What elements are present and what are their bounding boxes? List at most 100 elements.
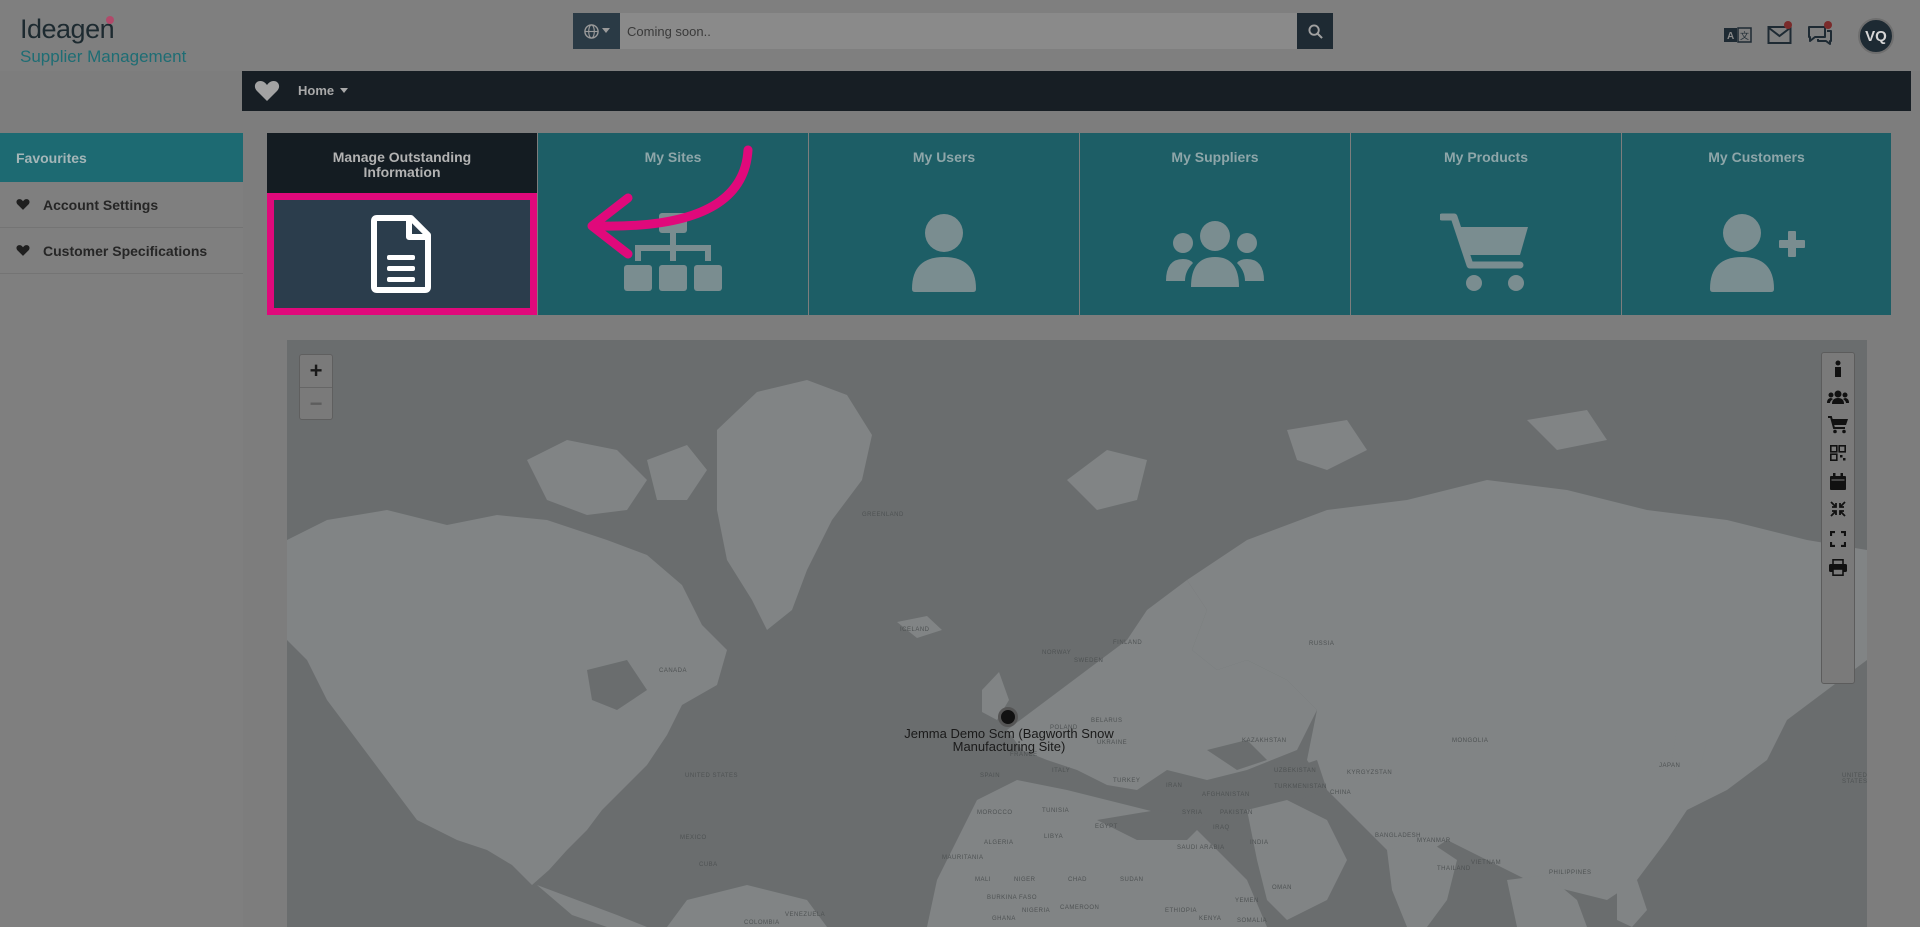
search-button[interactable] [1297, 13, 1333, 49]
notification-dot [1824, 21, 1832, 29]
user-icon [809, 213, 1079, 293]
svg-text:文: 文 [1740, 30, 1749, 41]
users-group-icon [1827, 390, 1849, 404]
document-icon [267, 215, 537, 293]
tile-manage-outstanding-information[interactable]: Manage Outstanding Information [267, 133, 537, 315]
sidebar-item-account-settings[interactable]: Account Settings [0, 182, 243, 228]
tile-label: My Users [912, 149, 976, 165]
info-button[interactable] [1822, 355, 1854, 383]
site-marker[interactable] [998, 707, 1018, 727]
map-label: MOROCCO [977, 810, 1013, 816]
map-label: BURKINA FASO [987, 895, 1038, 901]
site-marker-label: Jemma Demo Scm (Bagworth Snow Manufactur… [904, 726, 1114, 754]
tile-my-customers[interactable]: My Customers [1622, 133, 1891, 315]
qr-code-button[interactable] [1822, 439, 1854, 467]
zoom-out-button[interactable]: − [300, 387, 332, 419]
logo-mark [106, 16, 114, 24]
calendar-icon [1830, 472, 1846, 490]
translate-button[interactable]: A文 [1722, 20, 1754, 50]
map-label: ETHIOPIA [1165, 908, 1198, 914]
map-label: UNITED STATES [685, 773, 738, 779]
zoom-in-button[interactable]: + [300, 355, 332, 387]
map-label: TURKMENISTAN [1274, 784, 1327, 790]
map-base-layer [287, 380, 1867, 927]
world-map[interactable]: GREENLAND CANADA UNITED STATES MEXICO RU… [287, 340, 1867, 927]
map-label: OMAN [1272, 885, 1292, 891]
fit-extent-button[interactable] [1822, 495, 1854, 523]
map-label: MAURITANIA [942, 855, 984, 861]
search-icon [1307, 23, 1323, 39]
tile-label: Manage Outstanding Information [332, 149, 472, 180]
annotation-arrow-icon [587, 145, 753, 259]
logo-subtitle: Supplier Management [20, 47, 187, 66]
map-label: UZBEKISTAN [1274, 768, 1317, 774]
map-label: CANADA [659, 668, 688, 674]
print-button[interactable] [1822, 553, 1854, 581]
map-label: MEXICO [680, 835, 707, 841]
map-label: CHAD [1068, 877, 1088, 883]
tile-my-suppliers[interactable]: My Suppliers [1080, 133, 1350, 315]
info-icon [1835, 360, 1841, 377]
tile-my-products[interactable]: My Products [1351, 133, 1621, 315]
heart-icon [16, 245, 30, 256]
map-zoom-control: + − [299, 354, 333, 420]
map-label: MYANMAR [1417, 838, 1451, 844]
home-menu[interactable]: Home [298, 83, 349, 98]
main-nav-bar: Home [0, 71, 1911, 111]
map-label: MALI [975, 877, 992, 883]
map-label: TUNISIA [1042, 808, 1070, 814]
map-label: SAUDI ARABIA [1177, 845, 1225, 851]
print-icon [1829, 558, 1847, 576]
map-label: ITALY [1052, 768, 1071, 774]
compress-arrows-icon [1830, 501, 1846, 517]
favourites-sidebar: Favourites Account Settings Customer Spe… [0, 133, 243, 927]
sidebar-item-label: Customer Specifications [43, 242, 208, 259]
nav-spacer [0, 71, 242, 111]
map-label: FINLAND [1113, 640, 1143, 646]
map-label: RUSSIA [1309, 641, 1335, 647]
map-label: IRAN [1166, 783, 1183, 789]
user-avatar[interactable]: VQ [1858, 18, 1894, 54]
map-label: GHANA [992, 916, 1016, 922]
calendar-button[interactable] [1822, 467, 1854, 495]
map-label: BELARUS [1091, 718, 1123, 724]
tile-label: My Products [1443, 149, 1528, 165]
tile-my-users[interactable]: My Users [809, 133, 1079, 315]
map-label: YEMEN [1235, 898, 1259, 904]
dashboard-tiles: Manage Outstanding Information My Sites … [267, 133, 1891, 315]
products-filter-button[interactable] [1822, 411, 1854, 439]
map-label: INDIA [1250, 840, 1269, 846]
map-label: NORWAY [1042, 650, 1072, 656]
favourites-heart-icon[interactable] [254, 79, 280, 103]
cart-icon [1828, 416, 1848, 434]
map-label: KENYA [1199, 916, 1222, 922]
map-label: COLOMBIA [744, 920, 780, 926]
fullscreen-button[interactable] [1822, 525, 1854, 553]
map-label: KYRGYZSTAN [1347, 770, 1393, 776]
map-label: THAILAND [1437, 866, 1471, 872]
map-label: PHILIPPINES [1549, 870, 1592, 876]
map-label: CUBA [699, 862, 718, 868]
heart-icon [16, 199, 30, 210]
chat-button[interactable] [1804, 20, 1836, 50]
cart-icon [1351, 213, 1621, 293]
users-group-icon [1080, 219, 1350, 289]
messages-button[interactable] [1764, 20, 1796, 50]
fullscreen-icon [1830, 531, 1846, 547]
map-toolbar [1821, 352, 1855, 684]
search-input[interactable] [620, 13, 1297, 49]
tile-label: My Customers [1708, 149, 1805, 165]
user-plus-icon [1622, 213, 1891, 293]
ideagen-logo[interactable]: Ideagen Supplier Management [20, 14, 200, 66]
sidebar-item-customer-specifications[interactable]: Customer Specifications [0, 228, 243, 274]
sidebar-item-label: Account Settings [43, 196, 159, 213]
users-filter-button[interactable] [1822, 383, 1854, 411]
map-label: NIGER [1014, 877, 1036, 883]
top-header: Ideagen Supplier Management A文 VQ [0, 0, 1920, 71]
map-label: SOMALIA [1237, 918, 1268, 924]
map-label: JAPAN [1659, 763, 1681, 769]
search-scope-dropdown[interactable] [573, 13, 620, 49]
translate-icon: A文 [1724, 27, 1752, 43]
map-label: PAKISTAN [1220, 810, 1253, 816]
caret-down-icon [601, 28, 610, 33]
